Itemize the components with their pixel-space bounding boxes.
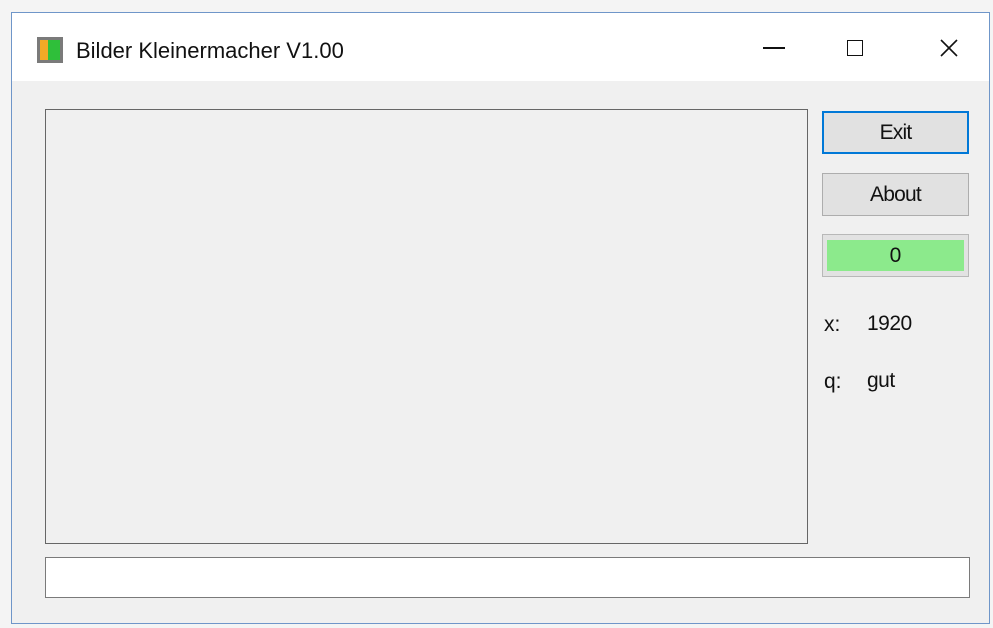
minimize-button[interactable]	[748, 31, 800, 65]
image-preview-panel[interactable]	[45, 109, 808, 544]
close-icon	[940, 39, 958, 57]
q-label: q:	[824, 370, 842, 393]
x-label: x:	[824, 313, 841, 336]
title-bar[interactable]: Bilder Kleinermacher V1.00	[12, 13, 989, 81]
q-value: gut	[867, 369, 895, 392]
minimize-icon	[763, 47, 785, 49]
maximize-icon	[847, 40, 863, 56]
close-button[interactable]	[923, 31, 975, 65]
status-field[interactable]	[45, 557, 970, 598]
counter-value: 0	[827, 240, 964, 271]
window-title: Bilder Kleinermacher V1.00	[76, 38, 344, 63]
app-icon-left-part	[40, 40, 48, 60]
exit-button[interactable]: Exit	[822, 111, 969, 154]
app-icon	[37, 37, 63, 63]
main-window: Bilder Kleinermacher V1.00 Exit About 0 …	[11, 12, 990, 624]
app-icon-right-part	[48, 40, 60, 60]
maximize-button[interactable]	[829, 31, 881, 65]
x-value: 1920	[867, 312, 912, 335]
counter-display: 0	[822, 234, 969, 277]
about-button[interactable]: About	[822, 173, 969, 216]
